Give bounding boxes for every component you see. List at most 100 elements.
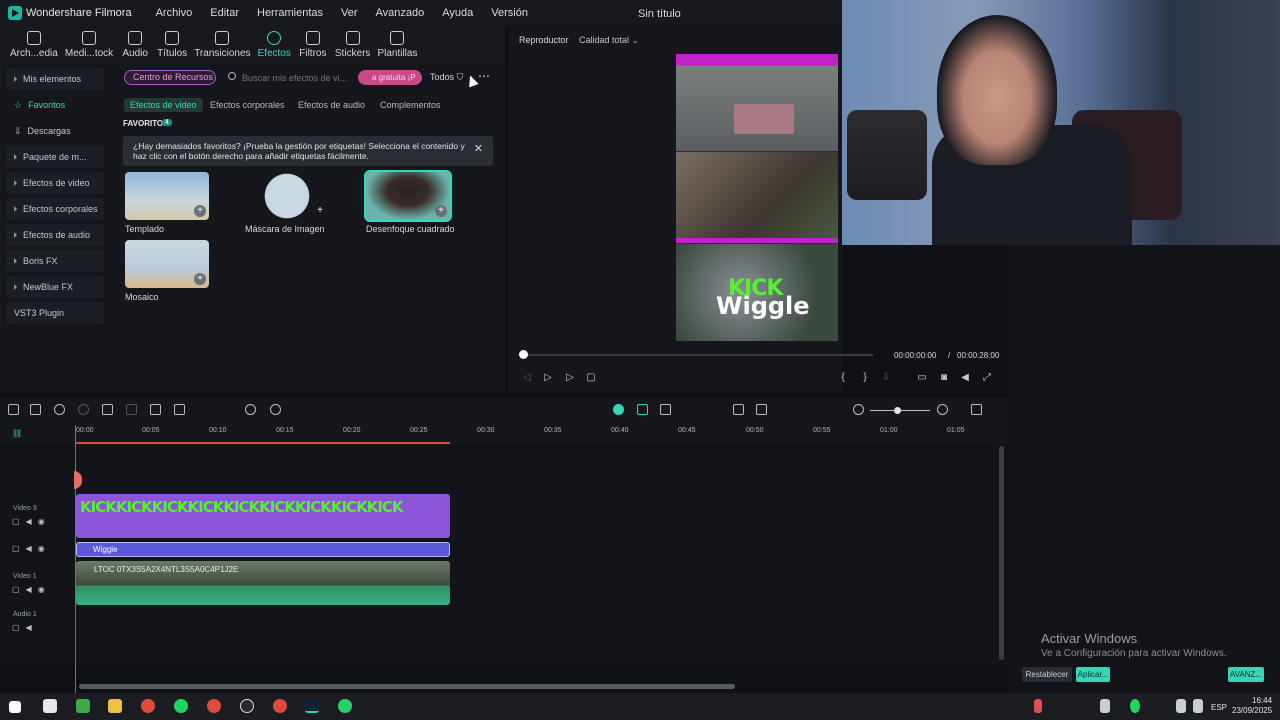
- mark-out-icon[interactable]: }: [859, 372, 871, 384]
- reset-button[interactable]: Restablecer: [1022, 667, 1072, 682]
- timeline-ruler[interactable]: 00:00 00:05 00:10 00:15 00:20 00:25 00:3…: [0, 422, 1008, 444]
- tab-filters[interactable]: Filtros: [298, 26, 328, 64]
- effect-card-mascara[interactable]: + Máscara de Imagen: [245, 172, 329, 234]
- mic-tray-icon[interactable]: [1034, 699, 1042, 713]
- step-play-icon[interactable]: ▷: [542, 372, 554, 384]
- chrome-icon[interactable]: [141, 699, 155, 713]
- zoom-in-icon[interactable]: [937, 404, 948, 415]
- sidebar-item-audio-effects[interactable]: Efectos de audio: [6, 224, 104, 246]
- system-clock[interactable]: 16:44 23/09/2025: [1232, 696, 1272, 716]
- text-tool-icon[interactable]: [150, 404, 161, 415]
- render-icon[interactable]: [660, 404, 671, 415]
- menu-avanzado[interactable]: Avanzado: [376, 7, 425, 19]
- sidebar-item-body-effects[interactable]: Efectos corporales: [6, 198, 104, 220]
- sidebar-item-newblue-fx[interactable]: NewBlue FX: [6, 276, 104, 298]
- crop-icon[interactable]: [174, 404, 185, 415]
- wiggle-title-clip[interactable]: Wiggle: [76, 542, 450, 557]
- layout-icon[interactable]: [8, 404, 19, 415]
- chrome-alt-icon[interactable]: [273, 699, 287, 713]
- display-icon[interactable]: ▭: [916, 372, 928, 384]
- language-indicator[interactable]: ESP: [1211, 703, 1227, 712]
- menu-archivo[interactable]: Archivo: [156, 7, 193, 19]
- tab-body-effects[interactable]: Efectos corporales: [210, 100, 285, 110]
- shield-icon[interactable]: [733, 404, 744, 415]
- sidebar-item-my-elements[interactable]: Mis elementos: [6, 68, 104, 90]
- playback-progress[interactable]: [523, 354, 873, 356]
- tab-plugins[interactable]: Complementos: [380, 100, 441, 110]
- mic-icon[interactable]: [756, 404, 767, 415]
- auto-ripple-icon[interactable]: [613, 404, 624, 415]
- undo-icon[interactable]: [54, 404, 65, 415]
- snapshot-icon[interactable]: ◙: [938, 372, 950, 384]
- network-icon[interactable]: [1176, 699, 1186, 713]
- tab-effects[interactable]: Efectos: [258, 26, 291, 64]
- advanced-button[interactable]: AVANZ...: [1228, 667, 1264, 682]
- apply-button[interactable]: Aplicar...: [1076, 667, 1110, 682]
- tab-titles[interactable]: Títulos: [157, 26, 187, 64]
- horizontal-scrollbar[interactable]: [79, 684, 735, 689]
- add-icon[interactable]: +: [435, 205, 447, 217]
- video-clip[interactable]: LTOC 0TX3S5A2X4NTL3S5A0C4P1J2E: [76, 561, 450, 605]
- more-options-icon[interactable]: ⋯: [478, 69, 490, 83]
- grid-menu-icon[interactable]: [971, 404, 982, 415]
- menu-herramientas[interactable]: Herramientas: [257, 7, 323, 19]
- filmora-taskbar-icon[interactable]: [305, 699, 319, 713]
- obs-icon[interactable]: [240, 699, 254, 713]
- sidebar-item-vst3[interactable]: VST3 Plugin: [6, 302, 104, 324]
- stop-icon[interactable]: ▢: [585, 372, 597, 384]
- minecraft-icon[interactable]: [76, 699, 90, 713]
- play-icon[interactable]: ▷: [564, 372, 576, 384]
- menu-ver[interactable]: Ver: [341, 7, 358, 19]
- vertical-scrollbar[interactable]: [999, 446, 1004, 660]
- insert-icon[interactable]: ⇩: [880, 372, 892, 384]
- timer-icon[interactable]: [270, 404, 281, 415]
- select-tool-icon[interactable]: [30, 404, 41, 415]
- menu-version[interactable]: Versión: [491, 7, 528, 19]
- fullscreen-icon[interactable]: ⤢: [981, 372, 993, 384]
- snap-icon[interactable]: [637, 404, 648, 415]
- track-controls-video3[interactable]: ▢◀◉: [12, 517, 51, 526]
- speaker-icon[interactable]: [1193, 699, 1203, 713]
- close-icon[interactable]: ✕: [474, 144, 483, 155]
- track-controls-title[interactable]: ▢◀◉: [12, 544, 51, 553]
- volume-icon[interactable]: ◀: [959, 372, 971, 384]
- search-input[interactable]: [242, 70, 352, 85]
- promo-badge[interactable]: a gratuita ¡P: [358, 70, 422, 85]
- tab-stickers[interactable]: Stickers: [335, 26, 370, 64]
- menu-editar[interactable]: Editar: [210, 7, 239, 19]
- file-explorer-icon[interactable]: [108, 699, 122, 713]
- track-controls-video1[interactable]: ▢◀◉: [12, 585, 51, 594]
- cut-icon[interactable]: [126, 404, 137, 415]
- add-icon[interactable]: +: [194, 205, 206, 217]
- tab-transitions[interactable]: Transiciones: [194, 26, 251, 64]
- effect-card-desenfoque[interactable]: + Desenfoque cuadrado: [364, 170, 455, 234]
- spotify-icon[interactable]: [174, 699, 188, 713]
- kick-effect-clip[interactable]: KICKKICKKICKKICKKICKKICKKICKKICKKICK: [76, 494, 450, 538]
- effect-card-mosaico[interactable]: + Mosaico: [125, 240, 209, 302]
- quality-dropdown[interactable]: Calidad total: [579, 35, 639, 46]
- speed-icon[interactable]: [245, 404, 256, 415]
- whatsapp-icon[interactable]: [338, 699, 352, 713]
- add-icon[interactable]: +: [194, 273, 206, 285]
- mark-in-icon[interactable]: {: [837, 372, 849, 384]
- add-icon[interactable]: +: [314, 205, 326, 217]
- filter-dropdown[interactable]: Todos ⛉: [430, 72, 463, 83]
- link-icon[interactable]: ⛓: [12, 429, 28, 438]
- tray-app-icon[interactable]: [1100, 699, 1110, 713]
- chrome-profile-icon[interactable]: [207, 699, 221, 713]
- tab-templates[interactable]: Plantillas: [377, 26, 417, 64]
- sidebar-item-favorites[interactable]: ☆ Favoritos: [6, 94, 104, 116]
- start-icon[interactable]: [9, 701, 21, 713]
- tab-audio-effects[interactable]: Efectos de audio: [298, 100, 365, 110]
- tab-video-effects[interactable]: Efectos de video: [124, 98, 203, 112]
- tab-stock-media[interactable]: Medi...tock: [65, 26, 113, 64]
- track-controls-audio1[interactable]: ▢◀: [12, 623, 38, 632]
- spotify-tray-icon[interactable]: [1130, 699, 1140, 713]
- redo-icon[interactable]: [78, 404, 89, 415]
- delete-icon[interactable]: [102, 404, 113, 415]
- sidebar-item-pack[interactable]: Paquete de m...: [6, 146, 104, 168]
- zoom-slider-handle[interactable]: [894, 407, 901, 414]
- sidebar-item-downloads[interactable]: ⇩ Descargas: [6, 120, 104, 142]
- effect-card-templado[interactable]: + Templado: [125, 172, 209, 234]
- sidebar-item-video-effects[interactable]: Efectos de video: [6, 172, 104, 194]
